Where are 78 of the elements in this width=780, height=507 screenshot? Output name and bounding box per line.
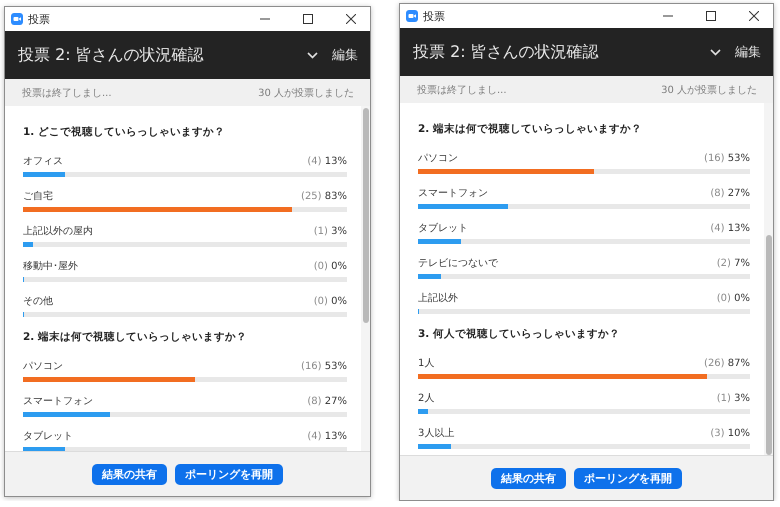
- answer-percent: 0%: [331, 261, 347, 272]
- answer-percent: 27%: [324, 396, 347, 407]
- answer-percent: 53%: [324, 361, 347, 372]
- answer-label: 上記以外: [418, 292, 458, 305]
- answer-count: (16): [704, 153, 725, 164]
- poll-status: 投票は終了しまし...: [417, 84, 507, 96]
- answer-label: スマートフォン: [23, 395, 93, 408]
- answer-percent: 13%: [728, 223, 750, 234]
- answer-label: タブレット: [418, 222, 468, 235]
- answer-count: (25): [301, 191, 322, 202]
- answer-count: (0): [314, 261, 328, 272]
- minimize-icon: [663, 15, 673, 17]
- answer-percent: 53%: [728, 153, 750, 164]
- answer-label: パソコン: [23, 360, 63, 373]
- app-icon: [406, 10, 418, 22]
- answer-percent: 3%: [331, 226, 347, 237]
- poll-title: 投票 2: 皆さんの状況確認: [18, 44, 205, 66]
- answer-count: (1): [716, 393, 731, 404]
- answer-label: 移動中･屋外: [23, 260, 78, 273]
- answer-label: 2人: [418, 392, 434, 405]
- answer-count: (26): [704, 358, 725, 369]
- answer-count: (16): [301, 361, 322, 372]
- answer-count: (4): [307, 431, 322, 442]
- answer-percent: 87%: [728, 358, 750, 369]
- answer-label: タブレット: [23, 430, 73, 443]
- vote-count: 30 人が投票しました: [258, 86, 354, 100]
- question-title: 2. 端末は何で視聴していらっしゃいますか？: [23, 330, 248, 344]
- answer-label: スマートフォン: [418, 187, 488, 200]
- answer-label: パソコン: [418, 152, 458, 165]
- maximize-icon: [303, 14, 313, 24]
- answer-percent: 27%: [728, 188, 750, 199]
- restart-poll-button[interactable]: ポーリングを再開: [175, 464, 283, 484]
- edit-button[interactable]: 編集: [332, 46, 358, 64]
- close-icon: [346, 14, 356, 24]
- edit-button[interactable]: 編集: [735, 43, 761, 61]
- share-results-button[interactable]: 結果の共有: [491, 468, 566, 488]
- answer-percent: 83%: [324, 191, 347, 202]
- window-title: 投票: [423, 8, 446, 24]
- answer-label: その他: [23, 295, 53, 308]
- answer-label: 上記以外の屋内: [23, 225, 93, 238]
- answer-percent: 0%: [734, 293, 750, 304]
- answer-percent: 13%: [324, 431, 347, 442]
- answer-count: (1): [314, 226, 328, 237]
- maximize-icon: [706, 11, 716, 21]
- answer-count: (0): [314, 296, 328, 307]
- answer-label: ご自宅: [23, 190, 53, 203]
- answer-label: テレビにつないで: [418, 257, 498, 270]
- minimize-icon: [260, 18, 270, 20]
- poll-status: 投票は終了しまし...: [22, 86, 112, 100]
- answer-percent: 3%: [734, 393, 750, 404]
- answer-count: (0): [716, 293, 731, 304]
- answer-percent: 0%: [331, 296, 347, 307]
- chevron-down-icon[interactable]: [710, 48, 721, 56]
- question-title: 1. どこで視聴していらっしゃいますか？: [23, 125, 226, 139]
- question-title: 3. 何人で視聴していらっしゃいますか？: [418, 327, 621, 341]
- app-icon: [11, 13, 23, 25]
- chevron-down-icon[interactable]: [307, 52, 318, 58]
- answer-label: 1人: [418, 357, 434, 370]
- poll-title: 投票 2: 皆さんの状況確認: [413, 42, 600, 62]
- answer-percent: 13%: [324, 156, 347, 167]
- answer-count: (4): [710, 223, 725, 234]
- vote-count: 30 人が投票しました: [661, 84, 757, 96]
- scrollbar[interactable]: [764, 103, 773, 455]
- answer-count: (8): [307, 396, 322, 407]
- share-results-button[interactable]: 結果の共有: [92, 464, 167, 484]
- restart-poll-button[interactable]: ポーリングを再開: [574, 468, 682, 488]
- answer-percent: 10%: [728, 428, 750, 439]
- question-title: 2. 端末は何で視聴していらっしゃいますか？: [418, 122, 643, 136]
- answer-label: オフィス: [23, 155, 63, 168]
- answer-count: (4): [307, 156, 322, 167]
- window-title: 投票: [28, 12, 51, 26]
- scrollbar[interactable]: [361, 106, 370, 451]
- answer-label: 3人以上: [418, 427, 454, 440]
- answer-percent: 7%: [734, 258, 750, 269]
- answer-count: (8): [710, 188, 725, 199]
- answer-count: (2): [716, 258, 731, 269]
- answer-count: (3): [710, 428, 725, 439]
- close-icon: [749, 11, 759, 21]
